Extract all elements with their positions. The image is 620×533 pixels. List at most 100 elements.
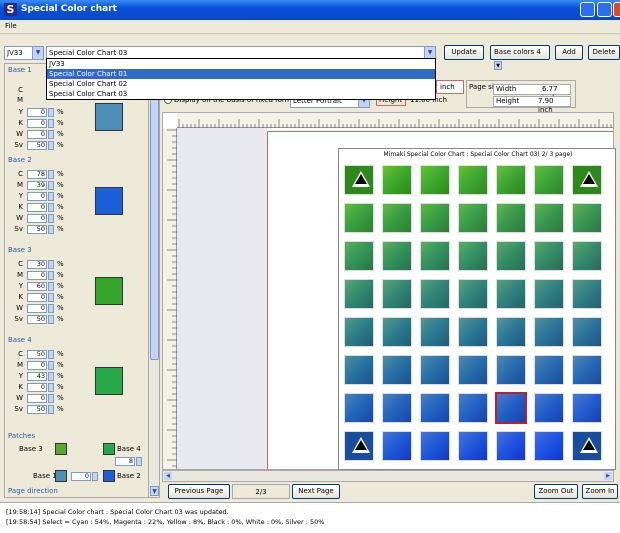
color-patch[interactable] xyxy=(382,241,412,271)
color-patch[interactable] xyxy=(572,317,602,347)
dropdown-item[interactable]: Special Color Chart 02 xyxy=(47,79,435,89)
color-patch[interactable] xyxy=(382,431,412,461)
color-patch[interactable] xyxy=(382,279,412,309)
color-patch[interactable] xyxy=(344,203,374,233)
left-panel-scrollbar[interactable]: ▼ xyxy=(148,63,160,498)
color-patch[interactable] xyxy=(534,393,564,423)
color-patch[interactable] xyxy=(496,203,526,233)
next-page-button[interactable]: Next Page xyxy=(292,484,340,499)
dropdown-item-selected[interactable]: Special Color Chart 01 xyxy=(47,69,435,79)
value-c[interactable]: 50 xyxy=(27,350,47,359)
dropdown-item[interactable]: JV33 xyxy=(47,59,435,69)
value-k[interactable]: 0 xyxy=(27,119,47,128)
spinner[interactable] xyxy=(48,350,54,359)
color-patch[interactable] xyxy=(458,431,488,461)
color-patch[interactable] xyxy=(344,241,374,271)
chevron-left-icon[interactable]: ◀ xyxy=(164,472,172,480)
spinner[interactable] xyxy=(48,304,54,313)
spinner[interactable] xyxy=(48,108,54,117)
spinner[interactable] xyxy=(48,214,54,223)
value-y[interactable]: 60 xyxy=(27,282,47,291)
page-height-field[interactable]: Height 7.90 inch xyxy=(493,96,571,114)
spinner[interactable] xyxy=(48,225,54,234)
spinner[interactable] xyxy=(136,457,142,466)
update-button[interactable]: Update xyxy=(444,45,484,60)
spinner[interactable] xyxy=(48,181,54,190)
color-patch[interactable] xyxy=(458,279,488,309)
spinner[interactable] xyxy=(48,394,54,403)
color-patch[interactable] xyxy=(458,393,488,423)
color-patch[interactable] xyxy=(458,203,488,233)
previous-page-button[interactable]: Previous Page xyxy=(168,484,230,499)
spinner[interactable] xyxy=(48,372,54,381)
color-patch[interactable] xyxy=(420,431,450,461)
spinner[interactable] xyxy=(92,472,98,481)
spinner[interactable] xyxy=(48,203,54,212)
value-c[interactable]: 30 xyxy=(27,260,47,269)
zoom-out-button[interactable]: Zoom Out xyxy=(534,484,578,499)
spinner[interactable] xyxy=(48,260,54,269)
value-k[interactable]: 0 xyxy=(27,203,47,212)
color-patch[interactable] xyxy=(534,165,564,195)
color-patch[interactable] xyxy=(344,165,374,195)
color-patch[interactable] xyxy=(420,355,450,385)
color-patch[interactable] xyxy=(458,355,488,385)
width-field[interactable]: Width 6.77 inch xyxy=(493,84,571,102)
spinner[interactable] xyxy=(48,141,54,150)
value-sv[interactable]: 50 xyxy=(27,315,47,324)
value-w[interactable]: 0 xyxy=(27,130,47,139)
maximize-button[interactable] xyxy=(597,2,612,17)
chevron-right-icon[interactable]: ▶ xyxy=(604,472,612,480)
value-m[interactable]: 0 xyxy=(27,361,47,370)
spinner[interactable] xyxy=(48,271,54,280)
color-patch[interactable] xyxy=(572,393,602,423)
color-patch[interactable] xyxy=(458,317,488,347)
color-patch[interactable] xyxy=(458,165,488,195)
spinner[interactable] xyxy=(48,119,54,128)
color-patch[interactable] xyxy=(420,203,450,233)
value-c[interactable]: 78 xyxy=(27,170,47,179)
spinner[interactable] xyxy=(48,293,54,302)
color-patch[interactable] xyxy=(534,431,564,461)
color-patch[interactable] xyxy=(344,279,374,309)
color-patch[interactable] xyxy=(344,393,374,423)
value-w[interactable]: 0 xyxy=(27,394,47,403)
color-patch[interactable] xyxy=(420,317,450,347)
color-patch[interactable] xyxy=(572,279,602,309)
minimize-button[interactable] xyxy=(580,2,595,17)
color-patch[interactable] xyxy=(344,431,374,461)
color-patch[interactable] xyxy=(496,317,526,347)
close-button[interactable] xyxy=(613,2,620,17)
color-patch[interactable] xyxy=(534,317,564,347)
patch-count-input[interactable]: 8 xyxy=(115,457,135,466)
value-k[interactable]: 0 xyxy=(27,293,47,302)
color-patch[interactable] xyxy=(496,431,526,461)
value-y[interactable]: 0 xyxy=(27,108,47,117)
color-patch[interactable] xyxy=(344,317,374,347)
spinner[interactable] xyxy=(48,170,54,179)
color-patch[interactable] xyxy=(420,241,450,271)
color-patch[interactable] xyxy=(534,355,564,385)
value-y[interactable]: 43 xyxy=(27,372,47,381)
color-patch[interactable] xyxy=(534,203,564,233)
base-colors-control[interactable]: Base colors 4 ▼ xyxy=(490,45,550,70)
model-select[interactable]: JV33 ▼ xyxy=(4,46,44,60)
patch-base1-input[interactable]: 0 xyxy=(71,472,91,481)
value-m[interactable]: 39 xyxy=(27,181,47,190)
spinner[interactable] xyxy=(48,315,54,324)
chevron-down-icon[interactable]: ▼ xyxy=(150,486,159,496)
color-patch[interactable] xyxy=(572,241,602,271)
value-w[interactable]: 0 xyxy=(27,304,47,313)
color-patch[interactable] xyxy=(382,317,412,347)
value-m[interactable]: 0 xyxy=(27,271,47,280)
color-patch[interactable] xyxy=(572,203,602,233)
color-patch[interactable] xyxy=(496,165,526,195)
color-patch[interactable] xyxy=(420,279,450,309)
color-patch[interactable] xyxy=(534,279,564,309)
color-patch[interactable] xyxy=(572,165,602,195)
color-patch[interactable] xyxy=(496,355,526,385)
color-patch[interactable] xyxy=(572,431,602,461)
spinner[interactable] xyxy=(48,130,54,139)
value-w[interactable]: 0 xyxy=(27,214,47,223)
color-patch[interactable] xyxy=(382,355,412,385)
